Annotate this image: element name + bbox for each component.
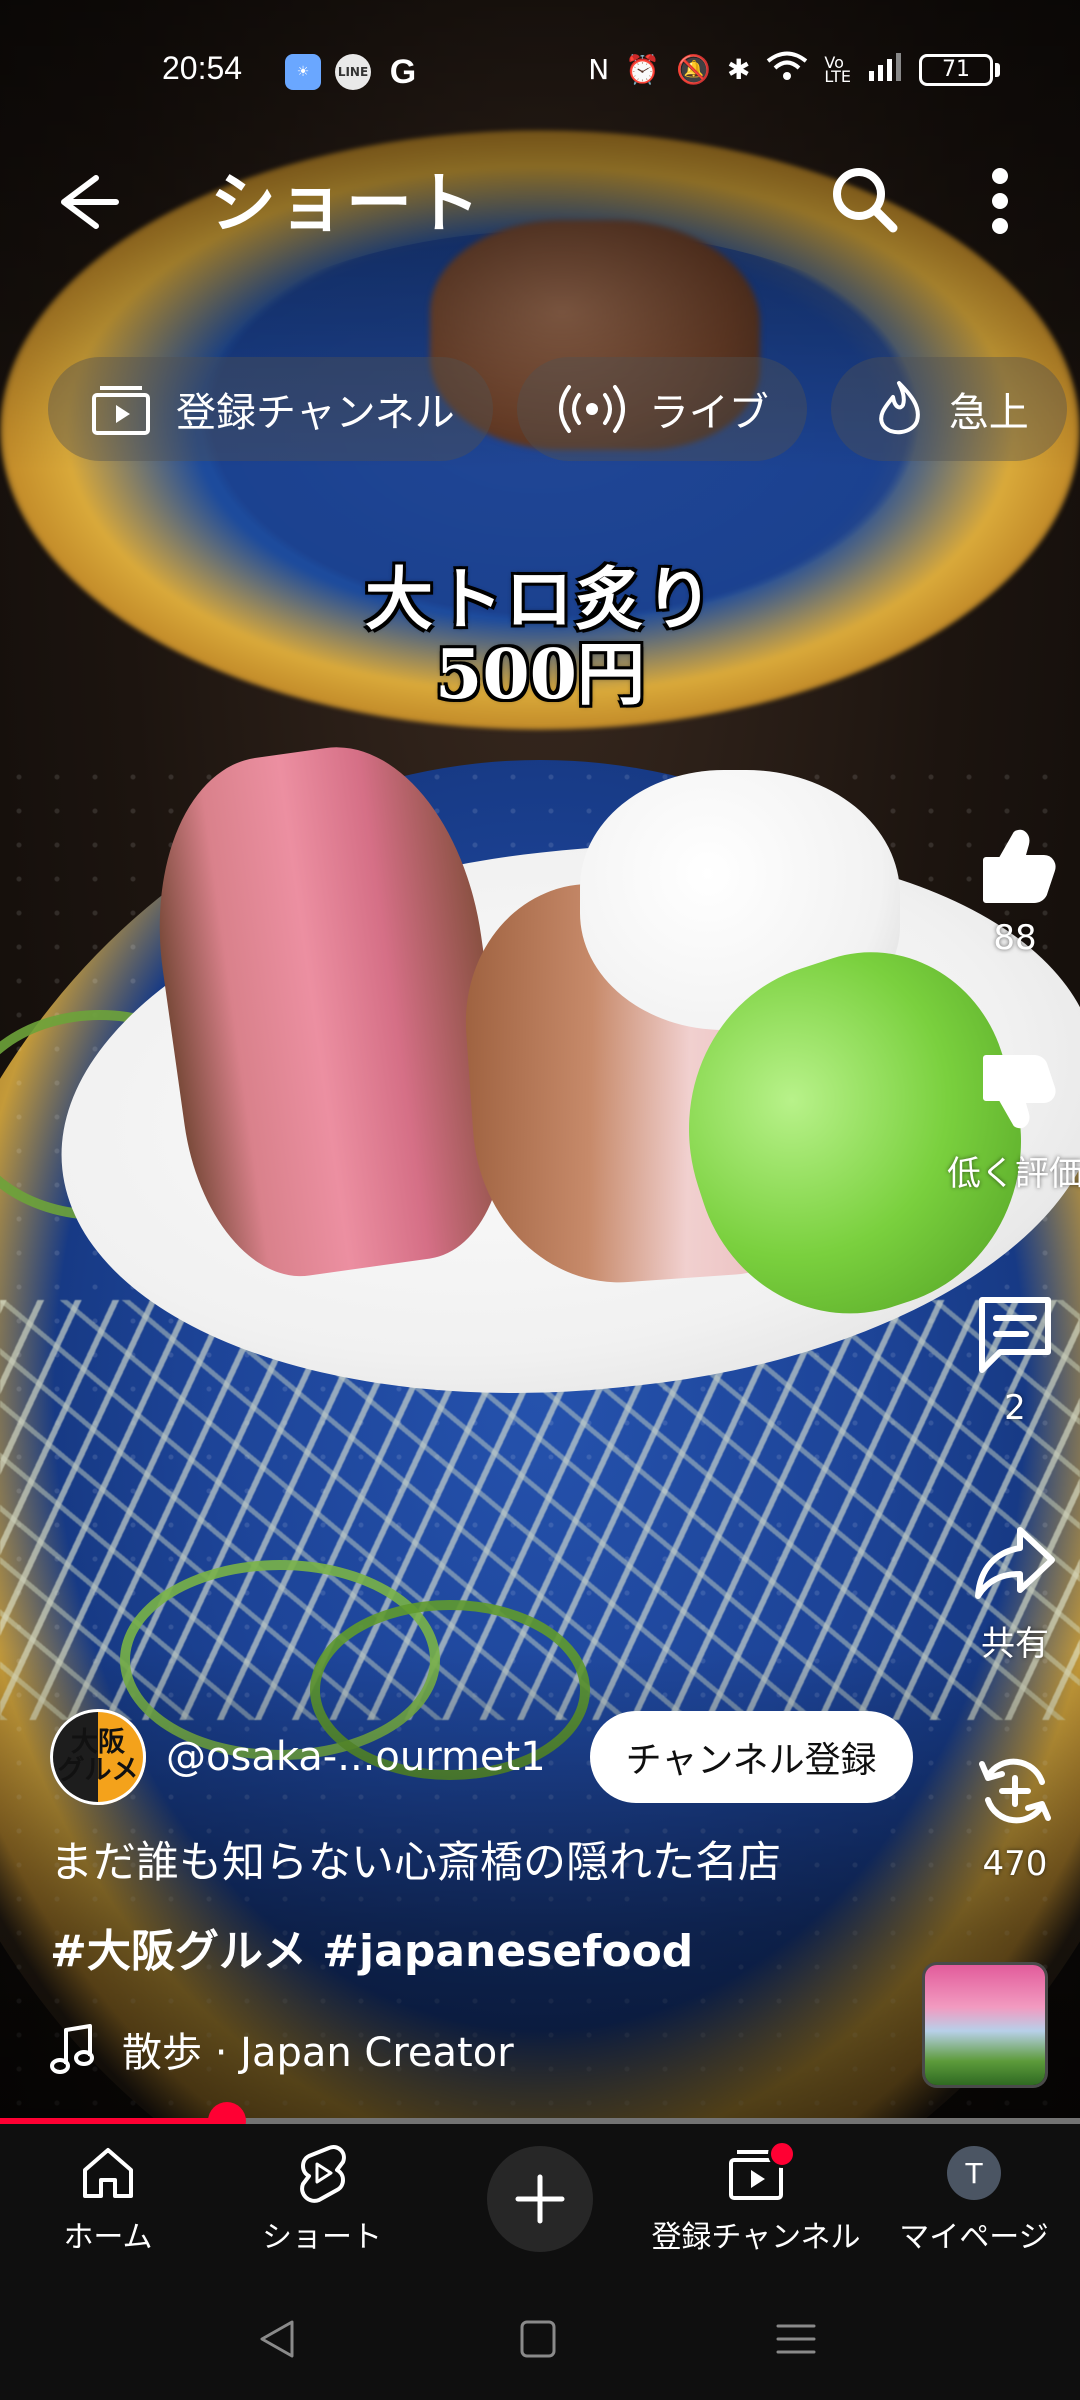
channel-handle[interactable]: @osaka-...ourmet1 [166,1734,546,1780]
shorts-icon [300,2145,346,2203]
weather-app-icon: ☀ [285,54,321,90]
back-button[interactable] [46,162,126,242]
nav-subscriptions-label: 登録チャンネル [651,2220,861,2255]
dislike-label: 低く評価 [947,1154,1080,1194]
live-icon [558,385,625,433]
nav-shorts[interactable]: ショート [222,2124,422,2274]
signal-icon [867,51,903,88]
remix-icon [979,1758,1051,1824]
nav-shorts-label: ショート [262,2220,382,2255]
trending-icon [879,381,920,435]
battery-cap [995,62,1000,77]
video-description[interactable]: まだ誰も知らない心斎橋の隠れた名店 [50,1842,930,1885]
nav-subscriptions[interactable]: 登録チャンネル [648,2124,864,2274]
arrow-left-icon [61,175,119,229]
system-recents-icon[interactable] [766,2314,826,2364]
chip-live[interactable]: ライブ [516,357,807,461]
battery-level: 71 [919,53,993,86]
share-label: 共有 [981,1624,1049,1664]
chip-label: 急上 [948,390,1029,436]
remix-button[interactable]: 470 [950,1746,1080,1884]
volte-icon: Vo LTE [824,52,851,86]
status-time: 20:54 [162,50,243,86]
alarm-icon: ⏰ [625,53,661,86]
subscribe-button[interactable]: チャンネル登録 [589,1711,913,1803]
music-title: 散歩 · Japan Creator [122,2030,514,2076]
video-caption-line1: 大トロ炙り [364,560,715,640]
wifi-icon [766,50,808,89]
comment-icon [979,1297,1051,1373]
comment-count: 2 [1004,1388,1026,1428]
system-icons: N ⏰ 🔕 ✱ Vo LTE 71 [588,50,1000,89]
bottom-navigation: ホーム ショート 登録チャンネル T マイページ [0,2124,1080,2274]
home-icon [83,2148,133,2198]
create-button[interactable] [487,2146,593,2252]
music-note-icon [50,2024,94,2074]
shorts-screen: 大トロ炙り 500円 20:54 ☀ LINE G N ⏰ 🔕 ✱ Vo LTE … [0,0,1080,2400]
chip-label: 登録チャンネル [176,390,455,436]
filter-chips: 登録チャンネル ライブ 急上 [48,357,1080,467]
channel-row: 大阪 グルメ @osaka-...ourmet1 チャンネル登録 [50,1707,913,1807]
channel-avatar[interactable]: 大阪 グルメ [50,1709,146,1805]
more-options-button[interactable] [970,156,1030,246]
nav-mypage[interactable]: T マイページ [874,2124,1074,2274]
user-avatar: T [947,2146,1001,2200]
nav-home[interactable]: ホーム [8,2124,208,2274]
plus-icon [515,2174,565,2224]
system-home-icon[interactable] [508,2314,568,2364]
chip-label: ライブ [648,390,769,436]
shorts-header: ショート [0,140,1080,250]
new-content-badge [768,2140,796,2168]
like-button[interactable]: 88 [950,820,1080,958]
status-bar: 20:54 ☀ LINE G N ⏰ 🔕 ✱ Vo LTE 71 [0,40,1080,104]
thumb-up-icon [983,829,1056,903]
line-app-icon: LINE [335,54,371,90]
bluetooth-icon: ✱ [726,53,751,86]
chip-subscriptions[interactable]: 登録チャンネル [48,357,493,461]
share-button[interactable]: 共有 [950,1518,1080,1665]
google-icon: G [389,52,417,91]
chip-trending[interactable]: 急上 [830,357,1067,461]
subscriptions-icon [92,386,150,435]
like-count: 88 [993,918,1037,958]
battery-icon: 71 [919,53,1000,86]
page-title: ショート [210,165,482,242]
mute-icon: 🔕 [676,53,711,86]
system-back-icon[interactable] [248,2314,308,2364]
channel-avatar-text: 大阪 グルメ [57,1726,139,1786]
search-icon [833,168,898,233]
dislike-button[interactable]: 低く評価 [947,1048,1080,1195]
comments-button[interactable]: 2 [950,1290,1080,1428]
share-icon [975,1527,1055,1599]
more-vert-icon [992,168,1008,234]
nav-home-label: ホーム [63,2220,153,2255]
video-caption-line2: 500円 [435,635,645,715]
remix-count: 470 [982,1844,1048,1884]
nav-mypage-label: マイページ [899,2220,1049,2255]
sound-thumbnail[interactable] [925,1965,1045,2085]
system-navigation-bar [0,2274,1080,2400]
video-hashtags[interactable]: #大阪グルメ #japanesefood [50,1915,693,1979]
search-button[interactable] [825,160,905,240]
thumb-down-icon [983,1055,1056,1129]
notification-icons: ☀ LINE G [285,52,421,91]
music-row[interactable]: 散歩 · Japan Creator [50,2020,514,2078]
nfc-icon: N [588,53,610,86]
